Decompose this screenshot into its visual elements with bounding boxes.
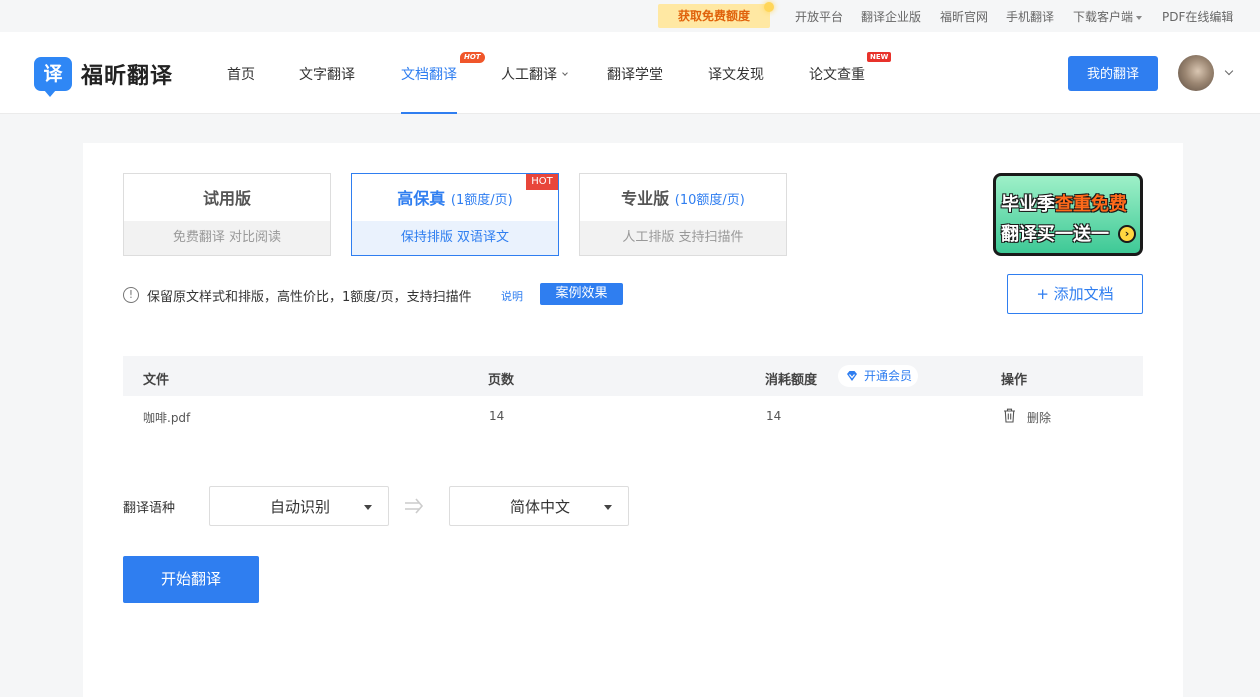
- plan-title-text: 高保真: [397, 189, 446, 208]
- logo-icon[interactable]: 译: [34, 57, 72, 97]
- free-credit-promo[interactable]: 获取免费额度: [658, 2, 774, 28]
- toplink-open-platform[interactable]: 开放平台: [795, 8, 843, 25]
- plan-features: 人工排版 支持扫描件: [580, 221, 786, 255]
- column-header-action: 操作: [1001, 373, 1028, 388]
- source-language-value: 自动识别: [269, 498, 330, 516]
- column-header-pages: 页数: [488, 373, 515, 388]
- toplink-download-client[interactable]: 下载客户端: [1073, 8, 1143, 25]
- plan-price: (1额度/页): [450, 193, 513, 208]
- my-translate-button[interactable]: 我的翻译: [1068, 56, 1158, 91]
- plan-card-high-fidelity[interactable]: 高保真 (1额度/页) 保持排版 双语译文 HOT: [351, 173, 559, 256]
- plan-title: 专业版 (10额度/页): [580, 174, 786, 222]
- explanation-link[interactable]: 说明: [501, 288, 523, 304]
- plan-title-text: 专业版: [621, 189, 670, 208]
- language-label: 翻译语种: [123, 501, 176, 516]
- nav-paper-check[interactable]: 论文查重: [809, 64, 865, 84]
- banner-highlight: 查重免费: [1055, 194, 1127, 215]
- toplink-enterprise[interactable]: 翻译企业版: [861, 8, 921, 25]
- toplink-pdf-editor[interactable]: PDF在线编辑: [1162, 8, 1233, 25]
- caret-down-icon: [1136, 15, 1143, 20]
- plan-card-professional[interactable]: 专业版 (10额度/页) 人工排版 支持扫描件: [579, 173, 787, 256]
- trash-icon[interactable]: [1003, 408, 1016, 423]
- caret-down-icon: [604, 505, 612, 510]
- plan-card-trial[interactable]: 试用版 免费翻译 对比阅读: [123, 173, 331, 256]
- table-cell-file: 咖啡.pdf: [143, 411, 191, 425]
- column-header-credits: 消耗额度: [765, 373, 818, 388]
- column-header-file: 文件: [143, 373, 170, 388]
- table-cell-pages: 14: [489, 409, 505, 423]
- avatar[interactable]: [1178, 55, 1214, 91]
- nav-human-translate-label: 人工翻译: [501, 67, 557, 83]
- chevron-down-icon[interactable]: [1224, 66, 1234, 76]
- nav-home[interactable]: 首页: [227, 64, 255, 84]
- nav-human-translate[interactable]: 人工翻译: [501, 64, 568, 84]
- open-membership-link[interactable]: 开通会员: [838, 365, 918, 387]
- banner-line-1a: 毕业季: [1001, 194, 1055, 215]
- banner-line-1: 毕业季查重免费: [1001, 190, 1127, 216]
- plan-price: (10额度/页): [674, 193, 745, 208]
- target-language-select[interactable]: 简体中文: [449, 486, 629, 526]
- file-table-header: [123, 356, 1143, 396]
- nav-text-translate[interactable]: 文字翻译: [299, 64, 355, 84]
- info-icon: !: [123, 287, 139, 303]
- plan-features: 保持排版 双语译文: [352, 221, 558, 255]
- nav-academy[interactable]: 翻译学堂: [607, 64, 663, 84]
- open-membership-label: 开通会员: [864, 369, 913, 383]
- plan-title-text: 试用版: [202, 189, 251, 208]
- toplink-download-label: 下载客户端: [1073, 10, 1134, 24]
- nav-doc-translate[interactable]: 文档翻译: [401, 64, 457, 84]
- plan-features: 免费翻译 对比阅读: [124, 221, 330, 255]
- add-document-button[interactable]: + 添加文档: [1007, 274, 1143, 314]
- table-cell-credits: 14: [766, 409, 782, 423]
- logo-text[interactable]: 福昕翻译: [81, 58, 173, 90]
- source-language-select[interactable]: 自动识别: [209, 486, 389, 526]
- caret-down-icon: [364, 505, 372, 510]
- main-header: 译 福昕翻译 首页 文字翻译 文档翻译 HOT 人工翻译 翻译学堂 译文发现 论…: [0, 32, 1260, 114]
- delete-button[interactable]: 删除: [1027, 409, 1051, 426]
- toplink-official-site[interactable]: 福昕官网: [940, 8, 988, 25]
- new-badge: NEW: [867, 52, 892, 62]
- banner-line-2: 翻译买一送一: [1001, 224, 1109, 245]
- start-translate-button[interactable]: 开始翻译: [123, 556, 259, 603]
- arrow-right-icon: ›: [1118, 225, 1136, 243]
- target-language-value: 简体中文: [509, 498, 570, 516]
- graduation-promo-banner[interactable]: 毕业季查重免费 翻译买一送一 ›: [993, 173, 1143, 256]
- nav-discover[interactable]: 译文发现: [708, 64, 764, 84]
- swap-arrow-icon[interactable]: [403, 497, 425, 515]
- toplink-mobile[interactable]: 手机翻译: [1006, 8, 1054, 25]
- chevron-down-icon: [562, 70, 568, 76]
- plan-title: 试用版: [124, 174, 330, 222]
- example-effect-button[interactable]: 案例效果: [540, 283, 623, 305]
- plan-description: 保留原文样式和排版，高性价比，1额度/页，支持扫描件: [147, 290, 472, 305]
- top-bar: 获取免费额度 开放平台 翻译企业版 福昕官网 手机翻译 下载客户端 PDF在线编…: [0, 0, 1260, 32]
- hot-badge: HOT: [460, 52, 485, 63]
- hot-badge: HOT: [526, 174, 558, 190]
- diamond-icon: [847, 371, 857, 381]
- active-nav-indicator: [401, 112, 457, 114]
